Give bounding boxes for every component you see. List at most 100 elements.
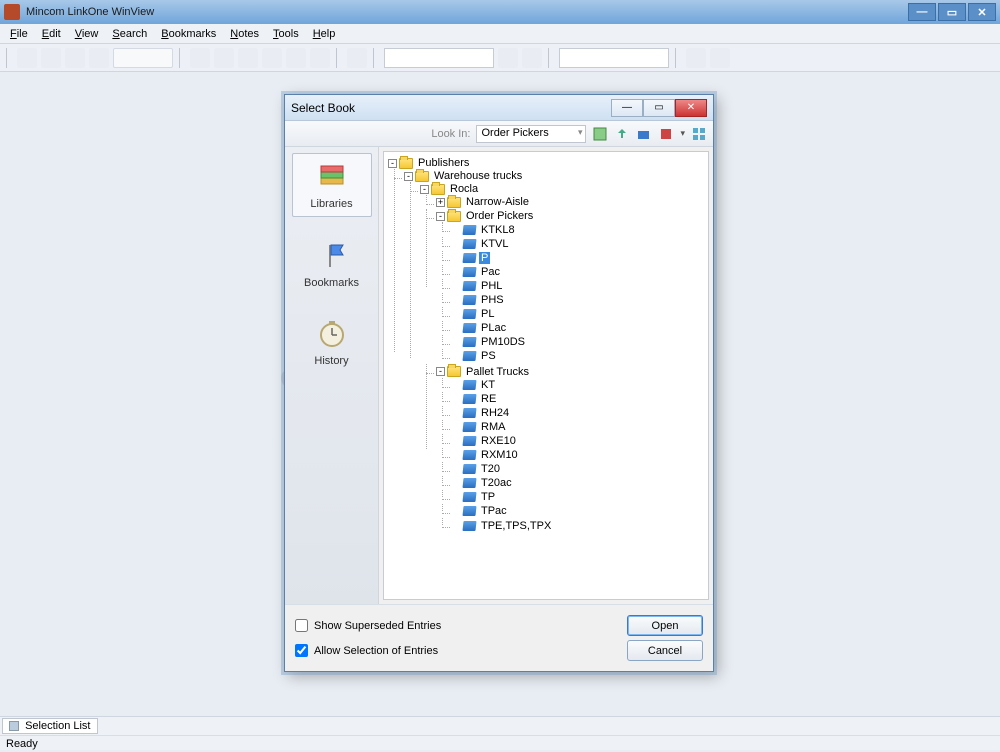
view-icon[interactable]: [592, 126, 608, 142]
close-button[interactable]: ✕: [968, 3, 996, 21]
menu-file[interactable]: File: [4, 26, 34, 42]
tree-folder[interactable]: -Warehouse trucks-Rocla+Narrow-Aisle-Ord…: [404, 169, 706, 535]
tree-node-label[interactable]: TPac: [479, 505, 509, 517]
tree-book[interactable]: TPac: [452, 504, 706, 518]
tree-folder[interactable]: -Pallet TrucksKTRERH24RMARXE10RXM10T20T2…: [436, 364, 706, 533]
tree-book[interactable]: PS: [452, 349, 706, 363]
expand-toggle[interactable]: +: [436, 198, 445, 207]
sidebar-item-libraries[interactable]: Libraries: [292, 153, 372, 217]
expand-toggle[interactable]: -: [436, 212, 445, 221]
nav-up-icon[interactable]: [65, 48, 85, 68]
tree-book[interactable]: TPE,TPS,TPX: [452, 518, 706, 532]
arrow-up-icon[interactable]: [214, 48, 234, 68]
tree-book[interactable]: TP: [452, 490, 706, 504]
tree-node-label[interactable]: Publishers: [416, 157, 471, 169]
tree-node-label[interactable]: T20ac: [479, 477, 514, 489]
layers-icon[interactable]: [347, 48, 367, 68]
expand-toggle[interactable]: -: [436, 367, 445, 376]
menu-search[interactable]: Search: [106, 26, 153, 42]
arrow-left-icon[interactable]: [238, 48, 258, 68]
tree-node-label[interactable]: PL: [479, 308, 496, 320]
tree-book[interactable]: PM10DS: [452, 335, 706, 349]
tree-book[interactable]: RH24: [452, 406, 706, 420]
tree-book[interactable]: PLac: [452, 321, 706, 335]
tree-node-label[interactable]: Warehouse trucks: [432, 170, 524, 182]
tree-book[interactable]: PL: [452, 307, 706, 321]
tree-book[interactable]: RMA: [452, 420, 706, 434]
tree-book[interactable]: RXE10: [452, 434, 706, 448]
page-icon[interactable]: [190, 48, 210, 68]
tree-node-label[interactable]: RXE10: [479, 435, 518, 447]
arrow-down-icon[interactable]: [262, 48, 282, 68]
tree-book[interactable]: PHS: [452, 293, 706, 307]
menu-notes[interactable]: Notes: [224, 26, 265, 42]
tree-book[interactable]: T20ac: [452, 476, 706, 490]
expand-toggle[interactable]: -: [420, 185, 429, 194]
nav-forward-icon[interactable]: [41, 48, 61, 68]
tree-node-label[interactable]: PHL: [479, 280, 504, 292]
selection-list-tab[interactable]: Selection List: [2, 718, 98, 734]
tree-node-label[interactable]: RXM10: [479, 449, 520, 461]
tree-folder[interactable]: - Rocla+ Narrow-Aisle - Order Pickers KTKL8 KT…: [420, 182, 706, 534]
tree-node-label[interactable]: Order Pickers: [464, 210, 535, 222]
sidebar-item-history[interactable]: History: [292, 311, 372, 373]
note2-icon[interactable]: [710, 48, 730, 68]
tree-book[interactable]: Pac: [452, 265, 706, 279]
sidebar-item-bookmarks[interactable]: Bookmarks: [292, 233, 372, 295]
menu-tools[interactable]: Tools: [267, 26, 305, 42]
tree-node-label[interactable]: RH24: [479, 407, 511, 419]
tree-node-label[interactable]: PM10DS: [479, 336, 527, 348]
show-superseded-input[interactable]: [295, 619, 308, 632]
refresh-icon[interactable]: [89, 48, 109, 68]
open-button[interactable]: Open: [627, 615, 703, 636]
tree-node-label[interactable]: PHS: [479, 294, 506, 306]
tree-folder[interactable]: + Narrow-Aisle: [436, 195, 706, 209]
note-icon[interactable]: [686, 48, 706, 68]
tree-book[interactable]: RXM10: [452, 448, 706, 462]
menu-view[interactable]: View: [69, 26, 105, 42]
tree-node-label[interactable]: RE: [479, 393, 498, 405]
tree-node-label[interactable]: Pac: [479, 266, 502, 278]
tree-book[interactable]: T20: [452, 462, 706, 476]
delete-icon[interactable]: [658, 126, 674, 142]
dialog-maximize-button[interactable]: ▭: [643, 99, 675, 117]
find-icon[interactable]: [498, 48, 518, 68]
book-icon[interactable]: [310, 48, 330, 68]
tree-node-label[interactable]: PS: [479, 350, 498, 362]
tree-node-label[interactable]: Rocla: [448, 183, 480, 195]
menu-edit[interactable]: Edit: [36, 26, 67, 42]
allow-selection-checkbox[interactable]: Allow Selection of Entries: [295, 644, 438, 657]
nav-combo[interactable]: [113, 48, 173, 68]
tree-node-label[interactable]: Narrow-Aisle: [464, 196, 531, 208]
minimize-button[interactable]: —: [908, 3, 936, 21]
dialog-minimize-button[interactable]: —: [611, 99, 643, 117]
nav-back-icon[interactable]: [17, 48, 37, 68]
allow-selection-input[interactable]: [295, 644, 308, 657]
new-folder-icon[interactable]: [636, 126, 652, 142]
tree-view[interactable]: -Publishers-Warehouse trucks-Rocla+Narro…: [383, 151, 709, 600]
menu-bookmarks[interactable]: Bookmarks: [155, 26, 222, 42]
tree-node-label[interactable]: TPE,TPS,TPX: [479, 520, 553, 532]
toolbar-grip[interactable]: [6, 48, 11, 68]
tree-folder[interactable]: -Publishers-Warehouse trucks-Rocla+Narro…: [388, 156, 706, 537]
grid-view-icon[interactable]: [691, 126, 707, 142]
find-next-icon[interactable]: [522, 48, 542, 68]
tree-book[interactable]: KTVL: [452, 237, 706, 251]
tree-node-label[interactable]: KT: [479, 379, 497, 391]
tree-book[interactable]: KT: [452, 378, 706, 392]
tree-book[interactable]: P: [452, 251, 706, 265]
tree-node-label[interactable]: RMA: [479, 421, 507, 433]
cancel-button[interactable]: Cancel: [627, 640, 703, 661]
dropdown-arrow-icon[interactable]: ▾: [680, 128, 685, 139]
tree-book[interactable]: RE: [452, 392, 706, 406]
tree-node-label[interactable]: KTKL8: [479, 224, 517, 236]
maximize-button[interactable]: ▭: [938, 3, 966, 21]
show-superseded-checkbox[interactable]: Show Superseded Entries: [295, 619, 441, 632]
expand-toggle[interactable]: -: [404, 172, 413, 181]
dialog-close-button[interactable]: ✕: [675, 99, 707, 117]
menu-help[interactable]: Help: [307, 26, 342, 42]
dialog-titlebar[interactable]: Select Book — ▭ ✕: [285, 95, 713, 121]
tree-node-label[interactable]: KTVL: [479, 238, 511, 250]
tree-book[interactable]: PHL: [452, 279, 706, 293]
filter-combo[interactable]: [559, 48, 669, 68]
